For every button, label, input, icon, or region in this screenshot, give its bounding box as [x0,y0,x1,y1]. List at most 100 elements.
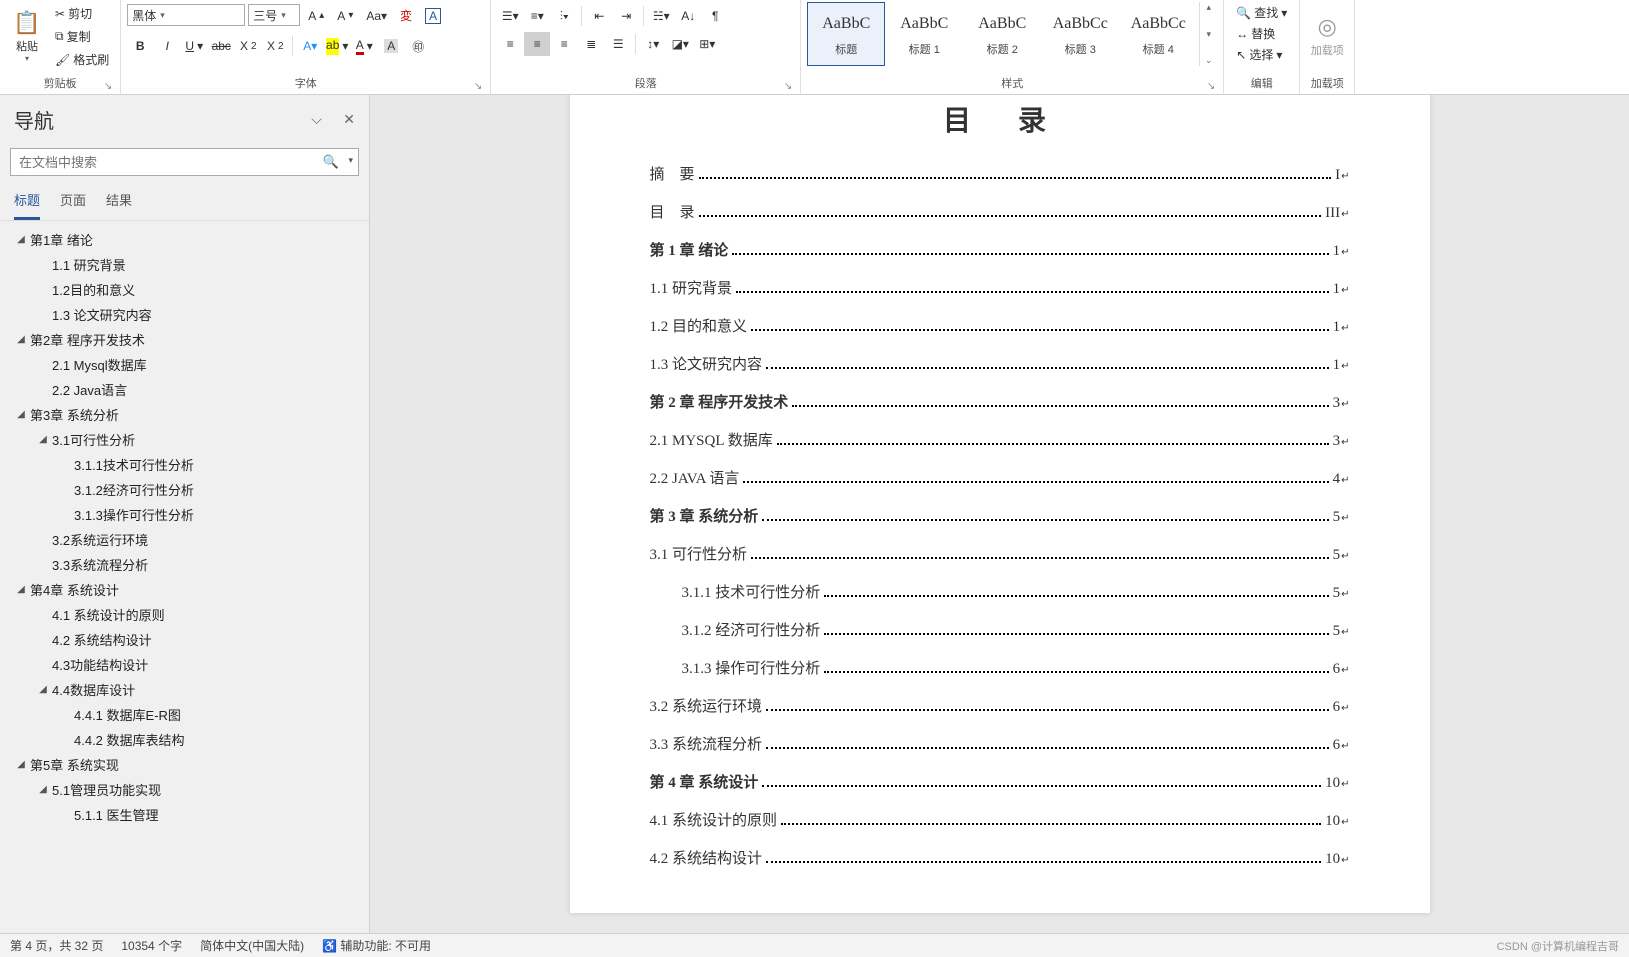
format-painter-button[interactable]: 🖌格式刷 [50,48,114,71]
replace-button[interactable]: ↔替换 [1230,23,1293,44]
style-item[interactable]: AaBbC标题 2 [963,2,1041,66]
caret-down-icon[interactable]: ◢ [14,409,28,420]
tab-pages[interactable]: 页面 [60,184,86,220]
close-icon[interactable]: ✕ [343,111,355,127]
document-area[interactable]: 目 录 摘 要I↵目 录III↵第 1 章 绪论1↵1.1 研究背景1↵1.2 … [370,95,1629,933]
tree-item[interactable]: ◢5.1管理员功能实现 [6,777,369,802]
toc-entry[interactable]: 第 3 章 系统分析5↵ [650,505,1350,526]
caret-down-icon[interactable]: ◢ [14,334,28,345]
tree-item[interactable]: 4.4.1 数据库E-R图 [6,702,369,727]
tree-item[interactable]: ◢第5章 系统实现 [6,752,369,777]
underline-button[interactable]: U▾ [181,34,207,58]
dialog-launcher-icon[interactable]: ↘ [1207,81,1215,92]
status-language[interactable]: 简体中文(中国大陆) [200,937,304,954]
status-words[interactable]: 10354 个字 [121,937,182,954]
copy-button[interactable]: ⧉复制 [50,25,114,48]
tree-item[interactable]: ◢第4章 系统设计 [6,577,369,602]
style-item[interactable]: AaBbC标题 [807,2,885,66]
search-icon[interactable]: 🔍 [323,154,339,170]
caret-down-icon[interactable]: ◢ [36,434,50,445]
tree-item[interactable]: 2.2 Java语言 [6,377,369,402]
tab-headings[interactable]: 标题 [14,184,40,220]
toc-entry[interactable]: 2.2 JAVA 语言4↵ [650,467,1350,488]
tree-item[interactable]: 3.1.3操作可行性分析 [6,502,369,527]
select-button[interactable]: ↖选择 ▾ [1230,44,1293,65]
superscript-button[interactable]: X2 [262,34,288,58]
toc-entry[interactable]: 2.1 MYSQL 数据库3↵ [650,429,1350,450]
tree-item[interactable]: 4.2 系统结构设计 [6,627,369,652]
dialog-launcher-icon[interactable]: ↘ [784,81,792,92]
expand-icon[interactable]: ⌄ [1200,55,1217,66]
status-accessibility[interactable]: ♿ 辅助功能: 不可用 [322,937,431,954]
numbering-button[interactable]: ≡▾ [524,4,550,28]
caret-down-icon[interactable]: ◢ [14,234,28,245]
borders-button[interactable]: ⊞▾ [694,32,720,56]
align-center-button[interactable]: ≡ [524,32,550,56]
phonetic-guide-button[interactable]: 変 [395,4,417,27]
shrink-font-button[interactable]: A▾ [332,4,358,27]
tree-item[interactable]: 1.2目的和意义 [6,277,369,302]
toc-entry[interactable]: 3.3 系统流程分析6↵ [650,733,1350,754]
tree-item[interactable]: 3.1.2经济可行性分析 [6,477,369,502]
subscript-button[interactable]: X2 [235,34,261,58]
chevron-down-icon[interactable]: ▾ [348,155,353,166]
tree-item[interactable]: ◢第1章 绪论 [6,227,369,252]
chevron-down-icon[interactable]: ⌵ [311,111,322,127]
strikethrough-button[interactable]: abc [208,34,234,58]
grow-font-button[interactable]: A▴ [303,4,329,27]
tree-item[interactable]: 1.1 研究背景 [6,252,369,277]
toc-entry[interactable]: 1.3 论文研究内容1↵ [650,353,1350,374]
toc-entry[interactable]: 目 录III↵ [650,201,1350,222]
tree-item[interactable]: 3.1.1技术可行性分析 [6,452,369,477]
distributed-button[interactable]: ☰ [605,32,631,56]
dialog-launcher-icon[interactable]: ↘ [104,81,112,92]
tree-item[interactable]: ◢第3章 系统分析 [6,402,369,427]
toc-entry[interactable]: 3.2 系统运行环境6↵ [650,695,1350,716]
style-gallery-more[interactable]: ▴▾⌄ [1199,2,1217,66]
style-item[interactable]: AaBbC标题 1 [885,2,963,66]
tree-item[interactable]: 3.2系统运行环境 [6,527,369,552]
dialog-launcher-icon[interactable]: ↘ [474,81,482,92]
toc-entry[interactable]: 第 2 章 程序开发技术3↵ [650,391,1350,412]
toc-entry[interactable]: 摘 要I↵ [650,163,1350,184]
tree-item[interactable]: 5.1.1 医生管理 [6,802,369,827]
style-item[interactable]: AaBbCc标题 3 [1041,2,1119,66]
text-direction-button[interactable]: ☵▾ [648,4,674,28]
show-marks-button[interactable]: ¶ [702,4,728,28]
highlight-button[interactable]: ab▾ [324,34,350,58]
toc-entry[interactable]: 3.1.3 操作可行性分析6↵ [650,657,1350,678]
character-shading-button[interactable]: A [378,34,404,58]
paste-button[interactable]: 📋 粘贴 ▾ [6,2,48,70]
toc-entry[interactable]: 1.2 目的和意义1↵ [650,315,1350,336]
toc-entry[interactable]: 3.1.1 技术可行性分析5↵ [650,581,1350,602]
shading-button[interactable]: ◪▾ [667,32,693,56]
clear-formatting-button[interactable]: A [420,4,446,27]
tree-item[interactable]: ◢4.4数据库设计 [6,677,369,702]
addins-button[interactable]: ◎ 加载项 [1306,2,1348,70]
chevron-down-icon[interactable]: ▾ [1200,29,1217,40]
find-button[interactable]: 🔍查找 ▾ [1230,2,1293,23]
tree-item[interactable]: ◢第2章 程序开发技术 [6,327,369,352]
toc-entry[interactable]: 4.2 系统结构设计10↵ [650,847,1350,868]
text-effects-button[interactable]: A▾ [297,34,323,58]
font-size-combo[interactable]: 三号▾ [248,4,300,26]
bold-button[interactable]: B [127,34,153,58]
style-item[interactable]: AaBbCc标题 4 [1119,2,1197,66]
line-spacing-button[interactable]: ↕▾ [640,32,666,56]
toc-entry[interactable]: 第 4 章 系统设计10↵ [650,771,1350,792]
increase-indent-button[interactable]: ⇥ [613,4,639,28]
toc-entry[interactable]: 第 1 章 绪论1↵ [650,239,1350,260]
status-page[interactable]: 第 4 页，共 32 页 [10,937,103,954]
tree-item[interactable]: 4.4.2 数据库表结构 [6,727,369,752]
toc-entry[interactable]: 1.1 研究背景1↵ [650,277,1350,298]
font-name-combo[interactable]: 黑体▾ [127,4,245,26]
align-left-button[interactable]: ≡ [497,32,523,56]
change-case-button[interactable]: Aa▾ [361,4,392,27]
font-color-button[interactable]: A▾ [351,34,377,58]
cut-button[interactable]: ✂剪切 [50,2,114,25]
tree-item[interactable]: 4.1 系统设计的原则 [6,602,369,627]
enclose-characters-button[interactable]: ㊞ [405,34,431,58]
justify-button[interactable]: ≣ [578,32,604,56]
tree-item[interactable]: 3.3系统流程分析 [6,552,369,577]
caret-down-icon[interactable]: ◢ [36,784,50,795]
